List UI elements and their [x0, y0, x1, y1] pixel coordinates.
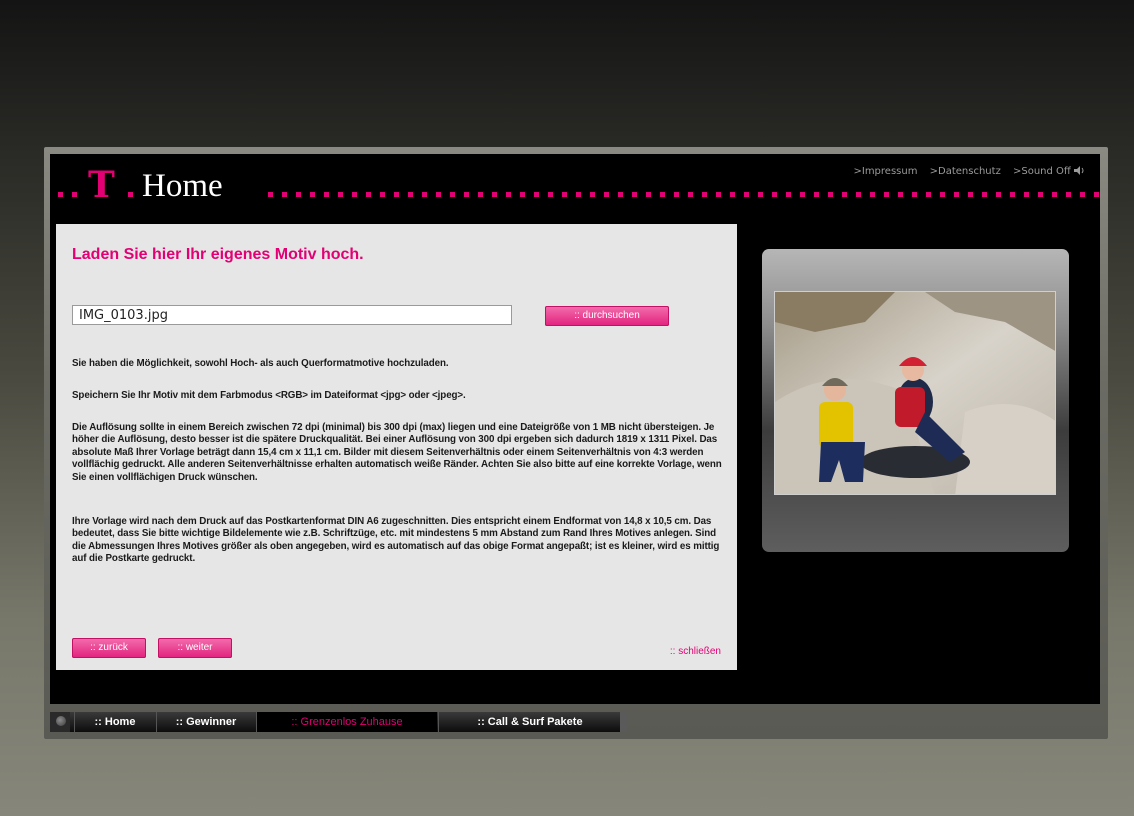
magenta-dot — [478, 192, 483, 197]
nav-right-cap — [620, 712, 627, 732]
nav-toggle-icon[interactable] — [56, 716, 66, 726]
magenta-dot — [422, 192, 427, 197]
nav-call-surf-pakete[interactable]: :: Call & Surf Pakete — [438, 712, 621, 732]
magenta-dot — [618, 192, 623, 197]
app-stage: T Home >Impressum >Datenschutz >Sound Of… — [50, 154, 1100, 704]
magenta-dot — [702, 192, 707, 197]
magenta-dot — [660, 192, 665, 197]
info-text-formats: Sie haben die Möglichkeit, sowohl Hoch- … — [72, 358, 449, 369]
magenta-dot — [954, 192, 959, 197]
magenta-dot — [1024, 192, 1029, 197]
magenta-dot — [968, 192, 973, 197]
magenta-dot — [534, 192, 539, 197]
magenta-dot — [1066, 192, 1071, 197]
magenta-dot — [576, 192, 581, 197]
magenta-dot — [912, 192, 917, 197]
magenta-dot — [1038, 192, 1043, 197]
magenta-dot — [1080, 192, 1085, 197]
magenta-dot — [786, 192, 791, 197]
magenta-dot — [940, 192, 945, 197]
magenta-dot — [688, 192, 693, 197]
magenta-dot — [324, 192, 329, 197]
nav-grenzenlos-zuhause[interactable]: :: Grenzenlos Zuhause — [256, 712, 437, 732]
impressum-link[interactable]: >Impressum — [853, 166, 917, 177]
magenta-dot — [58, 192, 63, 197]
magenta-dot — [338, 192, 343, 197]
magenta-dot — [814, 192, 819, 197]
magenta-dot — [1052, 192, 1057, 197]
magenta-dot — [464, 192, 469, 197]
close-link[interactable]: :: schließen — [670, 646, 721, 657]
browse-button[interactable]: :: durchsuchen — [545, 306, 669, 326]
magenta-dot — [590, 192, 595, 197]
datenschutz-link[interactable]: >Datenschutz — [930, 166, 1001, 177]
magenta-dot — [716, 192, 721, 197]
magenta-dot — [268, 192, 273, 197]
info-text-format-din: Ihre Vorlage wird nach dem Druck auf das… — [72, 516, 720, 565]
next-button[interactable]: :: weiter — [158, 638, 232, 658]
magenta-dot — [1094, 192, 1099, 197]
upload-panel: Laden Sie hier Ihr eigenes Motiv hoch. :… — [56, 224, 737, 670]
magenta-dot — [380, 192, 385, 197]
magenta-dot — [870, 192, 875, 197]
nav-gewinner[interactable]: :: Gewinner — [156, 712, 255, 732]
info-text-colormode: Speichern Sie Ihr Motiv mit dem Farbmodu… — [72, 390, 466, 401]
magenta-dot — [506, 192, 511, 197]
magenta-dot — [842, 192, 847, 197]
magenta-dot — [884, 192, 889, 197]
magenta-dot — [730, 192, 735, 197]
magenta-dot — [436, 192, 441, 197]
magenta-dot — [674, 192, 679, 197]
magenta-dot — [296, 192, 301, 197]
magenta-dot — [394, 192, 399, 197]
magenta-dot — [548, 192, 553, 197]
sound-off-link[interactable]: >Sound Off — [1013, 166, 1071, 177]
magenta-dot — [310, 192, 315, 197]
photo-image — [775, 292, 1055, 494]
magenta-dot — [492, 192, 497, 197]
magenta-dot — [996, 192, 1001, 197]
magenta-dot — [352, 192, 357, 197]
magenta-dot — [898, 192, 903, 197]
magenta-dot — [520, 192, 525, 197]
magenta-dot — [828, 192, 833, 197]
magenta-dot — [632, 192, 637, 197]
top-links: >Impressum >Datenschutz >Sound Off — [844, 166, 1086, 177]
header-bar: T Home >Impressum >Datenschutz >Sound Of… — [50, 154, 1100, 221]
back-button[interactable]: :: zurück — [72, 638, 146, 658]
magenta-dot — [72, 192, 77, 197]
nav-home[interactable]: :: Home — [74, 712, 155, 732]
magenta-dot — [926, 192, 931, 197]
telekom-t-logo: T — [88, 164, 115, 206]
magenta-dot — [744, 192, 749, 197]
magenta-dot — [408, 192, 413, 197]
magenta-dot — [982, 192, 987, 197]
magenta-dot — [772, 192, 777, 197]
panel-title: Laden Sie hier Ihr eigenes Motiv hoch. — [72, 246, 364, 263]
info-text-resolution: Die Auflösung sollte in einem Bereich zw… — [72, 422, 722, 483]
magenta-dot — [282, 192, 287, 197]
magenta-dot — [646, 192, 651, 197]
uploaded-photo-preview — [774, 291, 1056, 495]
magenta-dot — [562, 192, 567, 197]
magenta-dot — [856, 192, 861, 197]
home-logo-text: Home — [142, 168, 223, 204]
file-path-input[interactable] — [72, 305, 512, 325]
magenta-dot — [366, 192, 371, 197]
magenta-dot — [758, 192, 763, 197]
magenta-dot — [604, 192, 609, 197]
magenta-dot — [800, 192, 805, 197]
magenta-dot — [1010, 192, 1015, 197]
magenta-dot — [128, 192, 133, 197]
magenta-dot — [450, 192, 455, 197]
speaker-icon[interactable] — [1074, 166, 1086, 175]
